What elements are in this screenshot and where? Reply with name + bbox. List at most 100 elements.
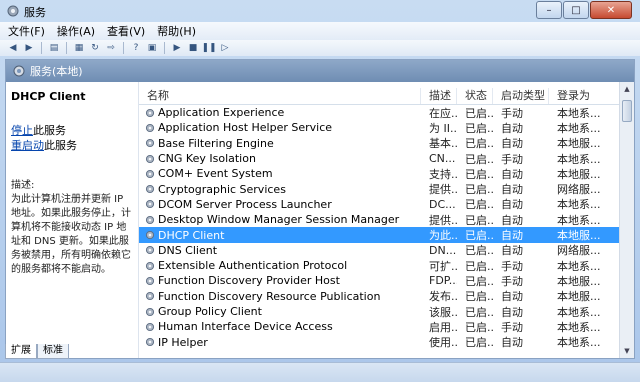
service-startup-type-cell: 手动 (501, 274, 523, 288)
column-header-description[interactable]: 描述 (421, 88, 457, 104)
column-header-startup-type[interactable]: 启动类型 (493, 88, 549, 104)
service-startup-type-cell: 手动 (501, 152, 523, 166)
service-name: Function Discovery Resource Publication (158, 289, 381, 303)
tab-extended[interactable]: 扩展 (5, 344, 37, 359)
table-row[interactable]: COM+ Event System 支持... 已启... 自动 本地服... (139, 166, 619, 181)
back-icon[interactable]: ◀ (6, 42, 20, 55)
service-name-cell: Group Policy Client (139, 305, 421, 318)
table-row[interactable]: Application Host Helper Service 为 II... 已启… (139, 120, 619, 135)
column-header-status[interactable]: 状态 (457, 88, 493, 104)
table-row[interactable]: Group Policy Client 该服... 已启... 自动 本地系... (139, 304, 619, 319)
menu-file[interactable]: 文件(F) (8, 23, 45, 39)
service-name-cell: COM+ Event System (139, 167, 421, 180)
properties-icon[interactable]: ▦ (72, 42, 86, 55)
service-name-cell: CNG Key Isolation (139, 152, 421, 165)
service-name-cell: Application Host Helper Service (139, 121, 421, 134)
start-icon[interactable]: ▶ (170, 42, 184, 55)
panel-header: 服务(本地) (6, 60, 634, 82)
column-header-log-on-as[interactable]: 登录为 (549, 88, 619, 104)
service-log-on-cell: 本地服... (557, 290, 601, 304)
service-log-on-cell: 网络服... (557, 244, 601, 258)
close-button[interactable]: ✕ (590, 1, 632, 19)
service-description-cell: 发布... (429, 290, 457, 304)
minimize-button[interactable]: – (536, 1, 562, 19)
service-log-on-cell: 本地系... (557, 198, 601, 212)
scrollbar-thumb[interactable] (622, 100, 632, 122)
service-log-on-cell: 本地服... (557, 274, 601, 288)
service-description-cell: 为此... (429, 229, 457, 243)
gear-icon (145, 154, 155, 163)
service-startup-type-cell: 自动 (501, 137, 523, 151)
service-name-cell: DHCP Client (139, 229, 421, 242)
table-row[interactable]: DCOM Server Process Launcher DC... 已启... 自动… (139, 197, 619, 212)
pause-icon[interactable]: ❚❚ (201, 42, 216, 55)
table-row[interactable]: CNG Key Isolation CN... 已启... 手动 本地系... (139, 151, 619, 166)
service-description-cell: 启用... (429, 320, 457, 334)
service-status-cell: 已启... (465, 259, 493, 273)
table-row[interactable]: Function Discovery Resource Publication 发… (139, 289, 619, 304)
restart-suffix: 此服务 (44, 139, 77, 152)
gear-icon (145, 307, 155, 316)
description-label: 描述: (11, 180, 35, 191)
service-status-cell: 已启... (465, 336, 493, 350)
table-row[interactable]: Cryptographic Services 提供... 已启... 自动 网络服... (139, 181, 619, 196)
table-row[interactable]: Application Experience 在应... 已启... 手动 本地系... (139, 105, 619, 120)
service-status-cell: 已启... (465, 274, 493, 288)
export-icon[interactable]: ⇨ (104, 42, 118, 55)
stop-suffix: 此服务 (33, 124, 66, 137)
table-row[interactable]: Function Discovery Provider Host FDP... 已启… (139, 273, 619, 288)
toolbar: ◀ ▶ ▤ ▦ ↻ ⇨ ? ▣ ▶ ■ ❚❚ ▷ (0, 40, 640, 56)
stop-link[interactable]: 停止 (11, 124, 33, 137)
service-log-on-cell: 本地系... (557, 305, 601, 319)
service-name: IP Helper (158, 335, 208, 349)
service-log-on-cell: 本地服... (557, 167, 601, 181)
service-description-cell: DC... (429, 197, 456, 211)
vertical-scrollbar[interactable]: ▲ ▼ (619, 82, 634, 358)
service-description-cell: 基本... (429, 137, 457, 151)
help-icon[interactable]: ? (129, 42, 143, 55)
tab-standard[interactable]: 标准 (37, 344, 69, 359)
restart-link[interactable]: 重启动 (11, 139, 44, 152)
service-name: Application Experience (158, 106, 285, 120)
service-status-cell: 已启... (465, 198, 493, 212)
service-startup-type-cell: 自动 (501, 305, 523, 319)
service-status-cell: 已启... (465, 137, 493, 151)
services-list: 名称 描述 状态 启动类型 登录为 Application Experience… (138, 82, 634, 358)
table-row[interactable]: DHCP Client 为此... 已启... 自动 本地服... (139, 227, 619, 243)
console-icon[interactable]: ▣ (145, 42, 159, 55)
menu-help[interactable]: 帮助(H) (157, 23, 196, 39)
service-name: COM+ Event System (158, 167, 273, 181)
service-name-cell: IP Helper (139, 336, 421, 349)
service-name-cell: Application Experience (139, 106, 421, 119)
service-name-cell: Base Filtering Engine (139, 137, 421, 150)
maximize-button[interactable]: □ (563, 1, 589, 19)
service-status-cell: 已启... (465, 152, 493, 166)
service-status-cell: 已启... (465, 229, 493, 243)
show-tree-icon[interactable]: ▤ (47, 42, 61, 55)
service-startup-type-cell: 手动 (501, 106, 523, 120)
table-row[interactable]: Desktop Window Manager Session Manager 提供… (139, 212, 619, 227)
menu-action[interactable]: 操作(A) (57, 23, 95, 39)
service-log-on-cell: 网络服... (557, 183, 601, 197)
table-row[interactable]: Base Filtering Engine 基本... 已启... 自动 本地服... (139, 136, 619, 151)
service-status-cell: 已启... (465, 121, 493, 135)
column-header-name[interactable]: 名称 (139, 88, 421, 104)
menu-view[interactable]: 查看(V) (107, 23, 145, 39)
service-startup-type-cell: 自动 (501, 290, 523, 304)
scroll-down-icon[interactable]: ▼ (622, 346, 632, 356)
refresh-icon[interactable]: ↻ (88, 42, 102, 55)
service-description-cell: 支持... (429, 167, 457, 181)
forward-icon[interactable]: ▶ (22, 42, 36, 55)
table-row[interactable]: DNS Client DN... 已启... 自动 网络服... (139, 243, 619, 258)
table-row[interactable]: Extensible Authentication Protocol 可扩... 已… (139, 258, 619, 273)
service-startup-type-cell: 手动 (501, 259, 523, 273)
scroll-up-icon[interactable]: ▲ (622, 84, 632, 94)
service-description-cell: 可扩... (429, 259, 457, 273)
table-row[interactable]: Human Interface Device Access 启用... 已启... 手… (139, 319, 619, 334)
service-startup-type-cell: 自动 (501, 229, 523, 243)
table-row[interactable]: IP Helper 使用... 已启... 自动 本地系... (139, 334, 619, 349)
restart-icon[interactable]: ▷ (218, 42, 232, 55)
service-name-cell: Desktop Window Manager Session Manager (139, 213, 421, 226)
stop-icon[interactable]: ■ (186, 42, 200, 55)
service-startup-type-cell: 自动 (501, 167, 523, 181)
